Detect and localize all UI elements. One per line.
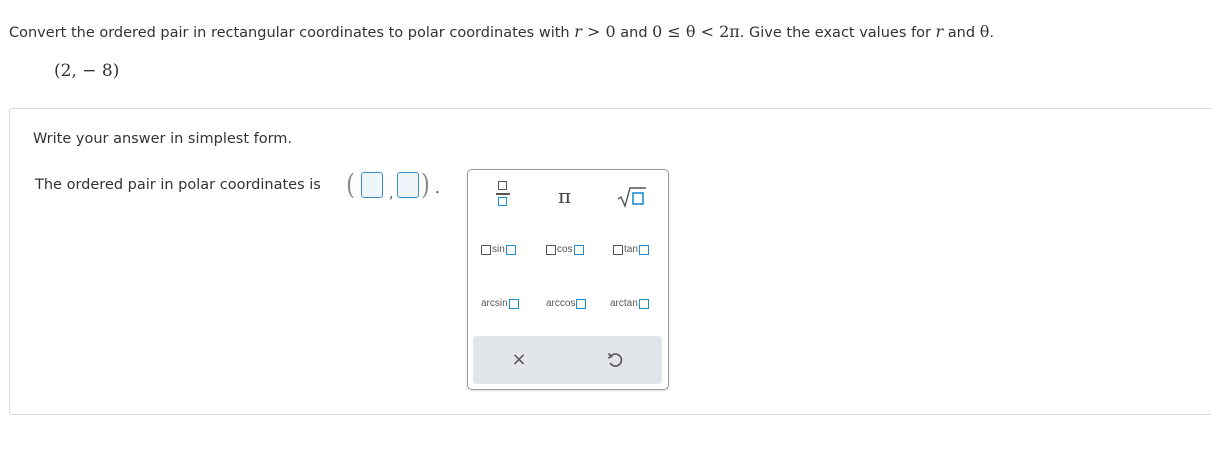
answer-prompt: The ordered pair in polar coordinates is bbox=[35, 177, 321, 193]
arcsin-button[interactable]: arcsin bbox=[480, 298, 519, 309]
placeholder-icon bbox=[613, 244, 623, 255]
theta-variable: θ bbox=[979, 22, 990, 41]
answer-input-theta[interactable] bbox=[397, 172, 419, 198]
placeholder-icon bbox=[576, 298, 587, 309]
clear-button[interactable]: × bbox=[510, 350, 528, 370]
question-text: Convert the ordered pair in rectangular … bbox=[9, 22, 994, 41]
question-and-2: and bbox=[943, 25, 980, 41]
arctan-button[interactable]: arctan bbox=[609, 298, 649, 309]
given-point: (2, − 8) bbox=[54, 61, 120, 81]
question-text-2: . Give the exact values for bbox=[739, 25, 936, 41]
cos-button[interactable]: cos bbox=[546, 244, 584, 255]
square-root-button[interactable] bbox=[617, 186, 647, 209]
question-and-1: and bbox=[615, 25, 653, 41]
placeholder-icon bbox=[481, 244, 491, 255]
placeholder-icon bbox=[638, 244, 649, 255]
r-condition: > 0 bbox=[581, 22, 616, 41]
placeholder-icon bbox=[638, 298, 649, 309]
close-icon: × bbox=[511, 349, 527, 370]
close-paren: ) bbox=[421, 168, 430, 201]
palette-action-bar bbox=[473, 336, 662, 384]
open-paren: ( bbox=[346, 168, 355, 201]
answer-input-r[interactable] bbox=[361, 172, 383, 198]
fraction-button[interactable] bbox=[496, 181, 510, 211]
question-end: . bbox=[989, 25, 994, 41]
square-root-icon bbox=[617, 187, 646, 209]
undo-button[interactable] bbox=[606, 351, 624, 369]
question-text-1: Convert the ordered pair in rectangular … bbox=[9, 25, 575, 41]
theta-condition: 0 ≤ θ < 2π bbox=[652, 22, 740, 41]
placeholder-icon bbox=[573, 244, 584, 255]
placeholder-icon bbox=[505, 244, 516, 255]
r-variable: r bbox=[574, 22, 582, 41]
answer-comma: , bbox=[389, 186, 394, 202]
sin-button[interactable]: sin bbox=[481, 244, 516, 255]
placeholder-icon bbox=[546, 244, 556, 255]
pi-button[interactable]: π bbox=[558, 184, 571, 208]
instruction-text: Write your answer in simplest form. bbox=[33, 131, 293, 147]
arccos-button[interactable]: arccos bbox=[545, 298, 587, 309]
placeholder-icon bbox=[508, 298, 519, 309]
tan-button[interactable]: tan bbox=[613, 244, 649, 255]
answer-period: . bbox=[435, 179, 440, 197]
undo-icon bbox=[607, 352, 623, 367]
